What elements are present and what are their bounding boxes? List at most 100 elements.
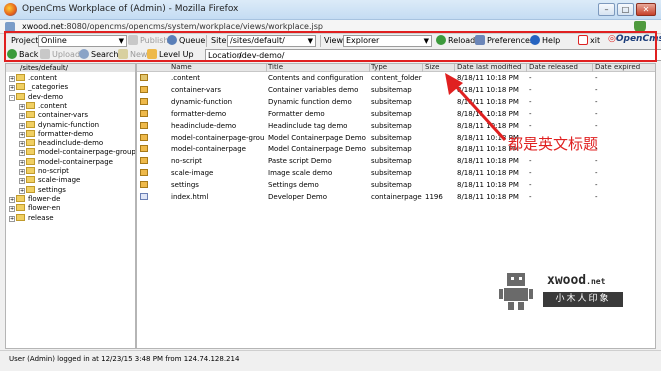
expand-icon[interactable]: + (19, 187, 25, 194)
expand-icon[interactable]: + (9, 196, 15, 203)
folder-icon[interactable] (140, 85, 148, 93)
expand-icon[interactable]: + (9, 206, 15, 213)
preferences-button[interactable]: Preferences (475, 35, 534, 47)
table-row[interactable]: scale-image Image scale demo subsitemap 8/1… (137, 167, 655, 179)
column-date-released[interactable]: Date released (529, 64, 578, 71)
minimize-button[interactable]: – (598, 3, 615, 16)
table-row[interactable]: .content Contents and configuration conten… (137, 72, 655, 84)
queue-button[interactable]: Queue (167, 35, 205, 47)
folder-icon[interactable] (140, 97, 148, 105)
folder-icon (16, 194, 25, 202)
expand-icon[interactable]: + (19, 103, 25, 110)
security-shield-icon[interactable] (634, 21, 646, 33)
publish-button[interactable]: Publish (128, 35, 169, 47)
location-value[interactable]: /dev-demo/ (239, 51, 284, 60)
address-bar[interactable]: xwood.net:8080/opencms/opencms/system/wo… (0, 20, 661, 34)
table-row[interactable]: index.html Developer Demo containerpage 119… (137, 191, 655, 203)
column-date-modified[interactable]: Date last modified (457, 64, 521, 71)
expand-icon[interactable]: + (19, 131, 25, 138)
expand-icon[interactable]: + (9, 215, 15, 222)
collapse-icon[interactable]: - (9, 94, 15, 101)
folder-icon[interactable] (140, 74, 148, 81)
column-divider[interactable] (369, 64, 370, 72)
column-divider[interactable] (422, 64, 423, 72)
back-button[interactable]: Back (7, 49, 38, 61)
expand-icon[interactable]: + (9, 85, 15, 92)
site-select[interactable]: /sites/default/▼ (227, 35, 316, 47)
tree-node[interactable]: + release (9, 213, 54, 223)
column-name[interactable]: Name (171, 64, 192, 71)
folder-icon[interactable] (140, 181, 148, 189)
reload-button[interactable]: Reload (436, 35, 475, 47)
file-list-header: Name Title Type Size Date last modified … (137, 64, 655, 72)
cell-title: Dynamic function demo (268, 97, 352, 106)
expand-icon[interactable]: + (19, 122, 25, 129)
folder-icon[interactable] (140, 169, 148, 177)
folder-icon (26, 139, 35, 147)
cell-title: Settings demo (268, 181, 319, 190)
cell-type: subsitemap (371, 181, 412, 190)
table-row[interactable]: settings Settings demo subsitemap 8/18/11 1… (137, 179, 655, 191)
column-type[interactable]: Type (371, 64, 387, 71)
opencms-logo: ◎OpenCms (608, 34, 661, 44)
table-row[interactable]: formatter-demo Formatter demo subsitemap 8/… (137, 108, 655, 120)
tree-node-label: _categories (28, 83, 69, 92)
cell-date-expired: - (595, 133, 598, 142)
folder-icon[interactable] (140, 133, 148, 141)
expand-icon[interactable]: + (19, 159, 25, 166)
column-divider[interactable] (266, 64, 267, 72)
cell-date-modified: 8/18/11 10:18 PM (457, 157, 519, 166)
table-row[interactable]: headinclude-demo Headinclude tag demo subs… (137, 120, 655, 132)
location-field[interactable]: Location /dev-demo/ (205, 49, 661, 61)
site-identity-icon[interactable] (5, 22, 15, 32)
cell-name: headinclude-demo (171, 121, 237, 130)
table-row[interactable]: dynamic-function Dynamic function demo sub… (137, 96, 655, 108)
watermark-tagline: 小木人印象 (543, 292, 623, 307)
folder-icon[interactable] (140, 121, 148, 129)
cell-type: subsitemap (371, 121, 412, 130)
help-button[interactable]: Help (530, 35, 560, 47)
project-label: Project (11, 36, 39, 45)
cell-date-expired: - (595, 181, 598, 190)
close-button[interactable]: ✕ (636, 3, 656, 16)
cell-date-released: - (529, 85, 532, 94)
folder-icon[interactable] (140, 157, 148, 165)
toolbar-divider (206, 35, 207, 47)
exit-button[interactable]: xit (578, 35, 600, 47)
folder-icon (26, 120, 35, 128)
url-text[interactable]: xwood.net:8080/opencms/opencms/system/wo… (22, 22, 323, 31)
folder-icon[interactable] (140, 145, 148, 153)
expand-icon[interactable]: + (19, 169, 25, 175)
expand-icon[interactable]: + (19, 113, 25, 120)
project-select[interactable]: Online ▼ (38, 35, 127, 47)
folder-icon (26, 167, 35, 174)
column-date-expired[interactable]: Date expired (595, 64, 640, 71)
column-size[interactable]: Size (425, 64, 439, 71)
search-button[interactable]: Search (79, 49, 118, 61)
cell-date-expired: - (595, 169, 598, 178)
expand-icon[interactable]: + (19, 141, 25, 148)
new-button[interactable]: New (118, 49, 147, 61)
page-icon[interactable] (140, 193, 148, 200)
column-title[interactable]: Title (268, 64, 283, 71)
column-divider[interactable] (454, 64, 455, 72)
column-divider[interactable] (526, 64, 527, 72)
cell-date-expired: - (595, 97, 598, 106)
cell-title: Contents and configuration (268, 74, 364, 82)
level-up-button[interactable]: Level Up (147, 49, 194, 61)
expand-icon[interactable]: + (19, 178, 25, 185)
expand-icon[interactable]: + (19, 150, 25, 157)
upload-button[interactable]: Upload (40, 49, 80, 61)
view-select[interactable]: Explorer ▼ (343, 35, 432, 47)
folder-icon[interactable] (140, 109, 148, 117)
table-row[interactable]: no-script Paste script Demo subsitemap 8/18… (137, 155, 655, 167)
expand-icon[interactable]: + (9, 76, 15, 82)
tree-root[interactable]: /sites/default/ (6, 64, 135, 72)
column-divider[interactable] (592, 64, 593, 72)
table-row[interactable]: container-vars Container variables demo su… (137, 84, 655, 96)
maximize-button[interactable]: □ (617, 3, 634, 16)
cell-type: subsitemap (371, 157, 412, 166)
cell-type: content_folder (371, 74, 422, 82)
folder-icon (26, 129, 35, 137)
tree-node-label: settings (38, 185, 66, 194)
